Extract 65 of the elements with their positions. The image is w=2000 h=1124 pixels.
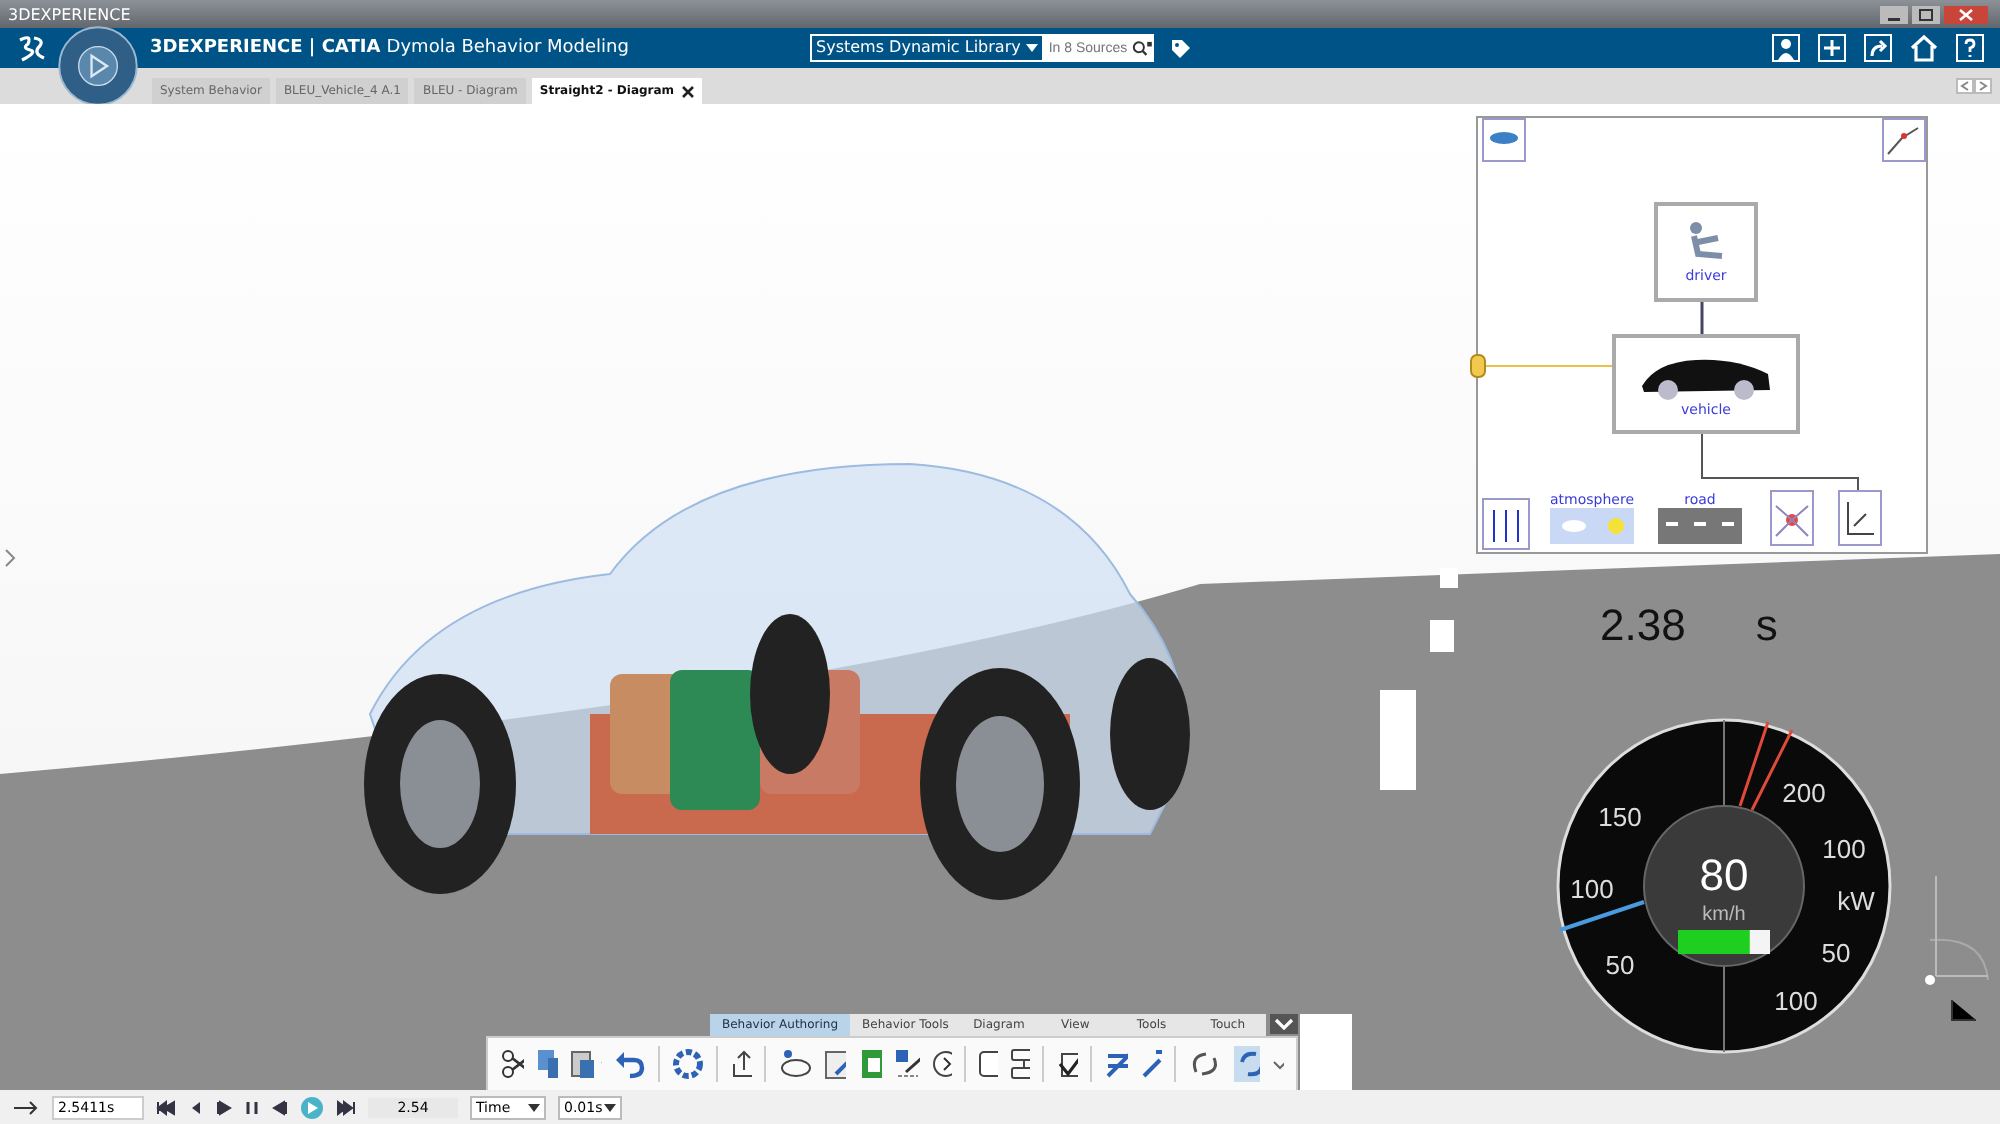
library-dropdown[interactable]: Systems Dynamic Library [810,34,1045,62]
window-title: 3DEXPERIENCE [8,5,131,23]
scroll-arrows-icon[interactable] [1956,78,1992,94]
close-icon[interactable] [682,85,695,97]
connect-icon[interactable] [893,1048,920,1080]
speed-scale-label: 100 [1570,874,1614,904]
lane-marking [1380,690,1416,790]
caret-icon [604,1103,616,1111]
plot-block-icon [1838,490,1882,546]
sky-icon [1550,508,1634,544]
speed-scale-label: 50 [1605,950,1635,980]
speed-value: 80 [1699,850,1749,900]
cut-icon[interactable] [500,1048,524,1080]
maximize-icon[interactable] [1912,5,1940,23]
caret-icon [1026,44,1039,52]
gear-icon[interactable] [671,1048,704,1080]
panel-handle-icon[interactable] [4,548,16,568]
power-scale-label: 100 [1774,986,1818,1016]
step-back-icon[interactable] [188,1099,204,1115]
speed-needle [1559,900,1645,932]
expand-icon[interactable] [1270,1014,1298,1034]
copy-icon[interactable] [535,1048,559,1080]
app-title: 3DEXPERIENCE | CATIA Dymola Behavior Modeling [150,38,631,58]
speed-scale-label: 150 [1598,802,1642,832]
home-icon[interactable] [1910,34,1938,62]
skip-forward-icon[interactable] [336,1099,356,1115]
sensor-block-icon [1770,490,1814,546]
export-icon[interactable] [728,1048,752,1080]
share-icon[interactable] [1864,34,1892,62]
user-icon[interactable] [1772,34,1800,62]
link-icon[interactable] [777,1048,812,1080]
pause-icon[interactable] [244,1099,260,1115]
elapsed-time: 2.38 [1600,600,1686,652]
undo-icon[interactable] [614,1048,646,1080]
next-icon[interactable] [931,1050,953,1078]
add-icon[interactable] [1818,34,1846,62]
speed-unit: km/h [1702,904,1746,926]
checkbox-icon[interactable] [977,1050,998,1078]
tag-icon[interactable] [1170,37,1192,59]
compass-icon[interactable] [58,26,138,106]
rotate-icon[interactable] [1187,1048,1223,1080]
document-icon[interactable] [858,1048,882,1080]
power-scale-label: 200 [1782,778,1826,808]
lane-marking [1440,568,1458,588]
check-icon[interactable] [1055,1048,1079,1080]
help-icon[interactable] [1956,34,1984,62]
layers-icon[interactable] [1104,1048,1128,1080]
power-scale-label: 100 [1822,834,1866,864]
arrow-icon [12,1099,40,1115]
edit-document-icon[interactable] [823,1048,847,1080]
caret-icon [528,1103,540,1111]
step-forward-icon[interactable] [272,1099,288,1115]
road-icon [1658,508,1742,544]
minimize-icon[interactable] [1880,5,1908,23]
logo-icon[interactable] [16,34,48,62]
connector-icon [1470,354,1486,378]
lane-marking [1430,620,1454,652]
time-unit: s [1755,600,1778,652]
power-scale-label: kW [1837,886,1875,916]
search-icon[interactable] [1132,38,1154,58]
split-icon[interactable] [1009,1048,1031,1080]
skip-back-icon[interactable] [156,1099,176,1115]
refresh-icon[interactable] [1234,1046,1261,1082]
step-icon[interactable] [216,1099,232,1115]
power-scale-label: 50 [1821,938,1851,968]
